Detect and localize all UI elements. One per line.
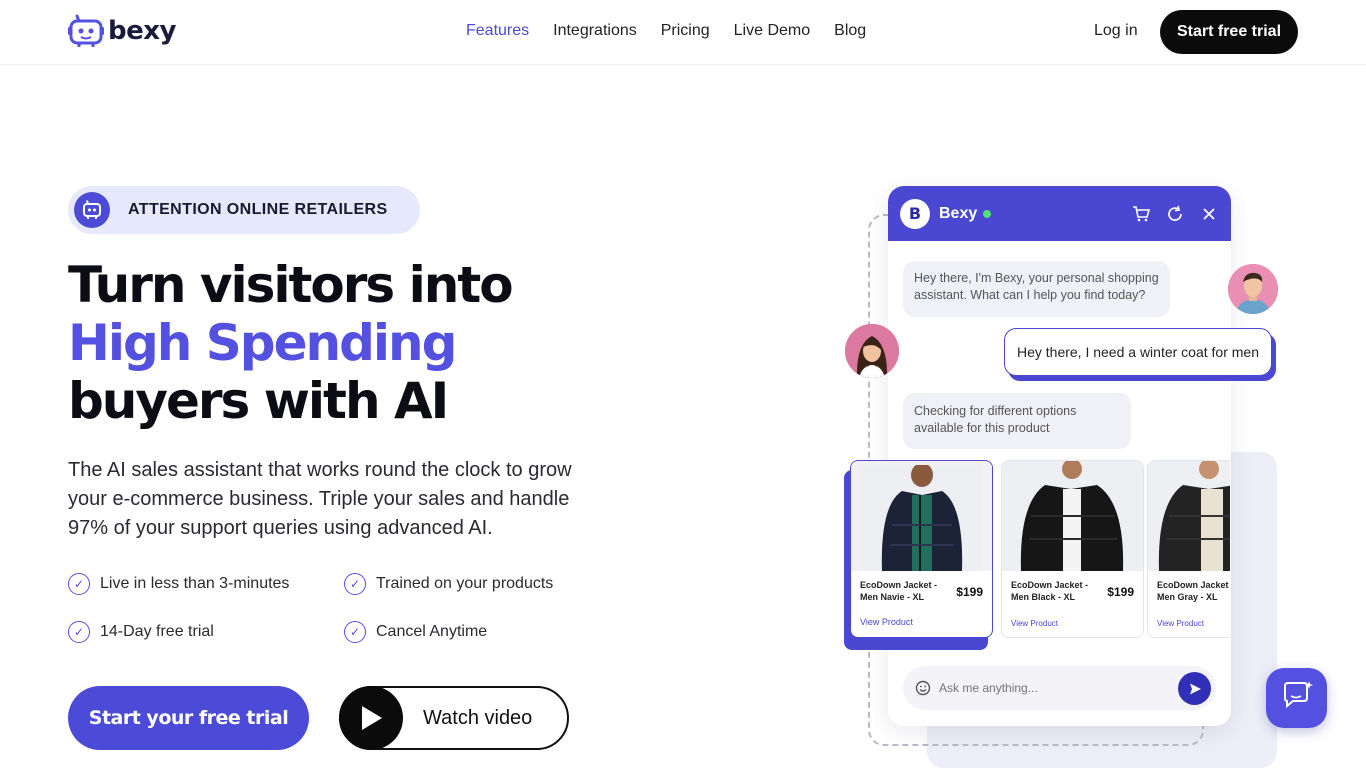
feature-item: ✓ Live in less than 3-minutes <box>68 572 344 596</box>
bot-message: Checking for different options available… <box>903 393 1131 449</box>
hero-headline: Turn visitors into High Spending buyers … <box>68 256 514 430</box>
product-image <box>1002 461 1143 571</box>
chat-actions <box>1131 204 1219 224</box>
refresh-icon[interactable] <box>1165 204 1185 224</box>
feature-label: Cancel Anytime <box>376 623 488 640</box>
feature-label: Live in less than 3-minutes <box>100 575 290 592</box>
chat-bubble-icon <box>1280 680 1314 717</box>
view-product-link[interactable]: View Product <box>860 617 913 627</box>
nav-pricing[interactable]: Pricing <box>661 22 710 40</box>
feature-label: Trained on your products <box>376 575 554 592</box>
headline-accent: High Spending <box>68 314 457 372</box>
online-status-dot <box>983 209 992 218</box>
feature-item: ✓ Cancel Anytime <box>344 620 584 644</box>
view-product-link[interactable]: View Product <box>1011 619 1058 628</box>
close-icon[interactable] <box>1199 204 1219 224</box>
user-message: Hey there, I need a winter coat for men <box>1004 328 1272 376</box>
send-icon[interactable] <box>1178 672 1211 705</box>
logo-wordmark: bexy <box>108 16 176 46</box>
product-card[interactable]: EcoDown Jacket - Men Gray - XL View Prod… <box>1147 460 1230 638</box>
product-card[interactable]: EcoDown Jacket - Men Navie - XL $199 Vie… <box>850 460 993 638</box>
check-circle-icon: ✓ <box>68 621 90 643</box>
product-image <box>851 461 992 571</box>
product-card[interactable]: EcoDown Jacket - Men Black - XL $199 Vie… <box>1001 460 1144 638</box>
view-product-link[interactable]: View Product <box>1157 619 1204 628</box>
check-circle-icon: ✓ <box>344 621 366 643</box>
user-avatar <box>1228 264 1278 314</box>
product-price: $199 <box>956 585 983 599</box>
feature-label: 14-Day free trial <box>100 623 214 640</box>
product-image <box>1148 461 1230 571</box>
hero-description: The AI sales assistant that works round … <box>68 459 572 539</box>
bot-persona-avatar <box>845 324 899 378</box>
headline-line-3: buyers with AI <box>68 372 449 430</box>
feature-item: ✓ Trained on your products <box>344 572 584 596</box>
product-name: EcoDown Jacket - Men Gray - XL <box>1157 580 1230 602</box>
product-name: EcoDown Jacket - Men Black - XL <box>1011 580 1089 602</box>
bot-message: Hey there, I'm Bexy, your personal shopp… <box>903 261 1170 317</box>
watch-video-label: Watch video <box>423 706 533 729</box>
nav-blog[interactable]: Blog <box>834 22 866 40</box>
emoji-icon[interactable] <box>915 680 931 696</box>
announcement-badge: ATTENTION ONLINE RETAILERS <box>68 186 420 234</box>
site-header: bexy Features Integrations Pricing Live … <box>0 0 1366 65</box>
headline-line-1: Turn visitors into <box>68 256 514 314</box>
nav-integrations[interactable]: Integrations <box>553 22 637 40</box>
chat-message-input[interactable] <box>939 681 1159 695</box>
badge-label: ATTENTION ONLINE RETAILERS <box>128 201 388 218</box>
chat-launcher-button[interactable] <box>1266 668 1327 728</box>
robot-icon <box>74 192 110 228</box>
start-free-trial-button[interactable]: Start your free trial <box>68 686 309 750</box>
check-circle-icon: ✓ <box>68 573 90 595</box>
chat-logo: B <box>900 198 930 229</box>
login-link[interactable]: Log in <box>1094 22 1138 40</box>
product-carousel: EcoDown Jacket - Men Navie - XL $199 Vie… <box>850 460 1230 642</box>
feature-item: ✓ 14-Day free trial <box>68 620 344 644</box>
check-circle-icon: ✓ <box>344 573 366 595</box>
nav-live-demo[interactable]: Live Demo <box>734 22 810 40</box>
chat-header: B Bexy <box>888 186 1231 241</box>
feature-list: ✓ Live in less than 3-minutes ✓ Trained … <box>68 572 588 644</box>
logo[interactable]: bexy <box>68 14 176 48</box>
product-price: $199 <box>1107 585 1134 599</box>
nav-features[interactable]: Features <box>466 22 529 40</box>
chat-title: Bexy <box>939 204 978 222</box>
robot-logo-icon <box>68 14 104 47</box>
cart-icon[interactable] <box>1131 204 1151 224</box>
main-nav: Features Integrations Pricing Live Demo … <box>466 22 866 40</box>
chat-input-bar <box>903 666 1216 710</box>
play-icon <box>339 686 403 750</box>
product-name: EcoDown Jacket - Men Navie - XL <box>860 580 938 602</box>
start-trial-button[interactable]: Start free trial <box>1160 10 1298 54</box>
watch-video-button[interactable]: Watch video <box>339 686 569 750</box>
